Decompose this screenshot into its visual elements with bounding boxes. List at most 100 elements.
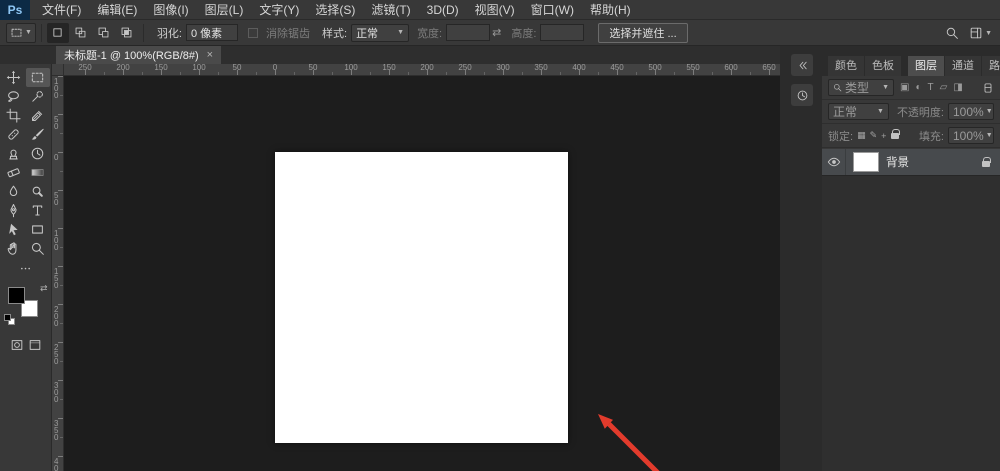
add-selection-button[interactable] — [70, 23, 92, 43]
pixel-layer-filter-icon[interactable]: ▣ — [900, 82, 909, 93]
menu-item-4[interactable]: 图层(L) — [197, 0, 252, 20]
clone-stamp-tool[interactable] — [2, 144, 26, 163]
toolbar-bottom — [0, 338, 51, 352]
quick-mask-button[interactable] — [10, 338, 24, 352]
foreground-color-swatch[interactable] — [8, 287, 25, 304]
layer-filter-toggle[interactable] — [982, 82, 994, 94]
gradient-tool[interactable] — [26, 163, 50, 182]
horizontal-ruler[interactable]: 2502001501005005010015020025030035040045… — [64, 64, 780, 76]
chevron-down-icon: ▼ — [986, 132, 993, 139]
tab-paths[interactable]: 路径 — [982, 56, 1000, 76]
layers-list: 背景 — [822, 149, 1000, 471]
layer-row[interactable]: 背景 — [822, 149, 1000, 176]
chevron-down-icon: ▼ — [877, 108, 884, 115]
ruler-origin-corner[interactable] — [52, 64, 64, 76]
layer-visibility-toggle[interactable] — [822, 149, 846, 175]
close-icon[interactable]: × — [207, 49, 213, 61]
history-panel-button[interactable] — [791, 84, 813, 106]
spot-healing-brush-tool[interactable] — [2, 125, 26, 144]
document-tab[interactable]: 未标题-1 @ 100%(RGB/8#) × — [56, 46, 221, 64]
lock-position-icon[interactable]: + — [881, 131, 886, 141]
search-icon — [833, 83, 842, 92]
type-tool[interactable] — [26, 201, 50, 220]
menu-item-3[interactable]: 图像(I) — [145, 0, 196, 20]
menubar: Ps 文件(F)编辑(E)图像(I)图层(L)文字(Y)选择(S)滤镜(T)3D… — [0, 0, 1000, 20]
default-colors-icon[interactable] — [4, 314, 16, 326]
move-tool[interactable] — [2, 68, 26, 87]
tab-color[interactable]: 颜色 — [828, 56, 864, 76]
history-brush-tool[interactable] — [26, 144, 50, 163]
menu-item-8[interactable]: 3D(D) — [419, 0, 467, 20]
tool-preset-button[interactable]: ▼ — [6, 23, 36, 43]
feather-input[interactable] — [186, 24, 238, 41]
chevron-down-icon: ▼ — [986, 108, 993, 115]
canvas-workspace[interactable] — [64, 76, 780, 471]
lasso-tool[interactable] — [2, 87, 26, 106]
menubar-items: 文件(F)编辑(E)图像(I)图层(L)文字(Y)选择(S)滤镜(T)3D(D)… — [34, 0, 639, 19]
lock-all-icon[interactable] — [891, 133, 899, 139]
smart-object-filter-icon[interactable]: ◨ — [953, 82, 962, 93]
menu-item-9[interactable]: 视图(V) — [467, 0, 523, 20]
menu-item-10[interactable]: 窗口(W) — [523, 0, 582, 20]
menu-item-5[interactable]: 文字(Y) — [251, 0, 307, 20]
opacity-dropdown[interactable]: 100% ▼ — [948, 103, 994, 120]
layer-thumbnail[interactable] — [853, 152, 879, 172]
layer-filter-dropdown[interactable]: 类型 ▼ — [828, 79, 894, 96]
eraser-tool[interactable] — [2, 163, 26, 182]
vertical-ruler[interactable]: 10050050100150200250300350400 — [52, 76, 64, 471]
tab-swatches[interactable]: 色板 — [865, 56, 901, 76]
brush-tool[interactable] — [26, 125, 50, 144]
collapse-panels-button[interactable] — [791, 54, 813, 76]
quick-selection-tool[interactable] — [26, 87, 50, 106]
edit-toolbar-button[interactable] — [0, 260, 51, 276]
menu-item-1[interactable]: 文件(F) — [34, 0, 89, 20]
menu-item-6[interactable]: 选择(S) — [307, 0, 363, 20]
v-ruler-label: 50 — [54, 192, 60, 206]
photoshop-logo: Ps — [0, 0, 30, 20]
new-selection-button[interactable] — [47, 23, 69, 43]
width-input[interactable] — [446, 24, 490, 41]
panel-dock: 颜色色板图层通道路径 类型 ▼ ▣◐T▱◨ 正常 ▼ 不 — [822, 46, 1000, 471]
style-dropdown[interactable]: 正常 ▼ — [351, 24, 409, 42]
menu-item-2[interactable]: 编辑(E) — [89, 0, 145, 20]
antialias-checkbox[interactable] — [248, 28, 258, 38]
intersect-selection-button[interactable] — [116, 23, 138, 43]
photoshop-window: Ps 文件(F)编辑(E)图像(I)图层(L)文字(Y)选择(S)滤镜(T)3D… — [0, 0, 1000, 471]
lock-paint-icon[interactable]: ✎ — [870, 130, 878, 141]
v-ruler-label: 50 — [54, 116, 60, 130]
menu-item-11[interactable]: 帮助(H) — [582, 0, 639, 20]
shape-tool[interactable] — [26, 220, 50, 239]
type-layer-filter-icon[interactable]: T — [928, 82, 934, 93]
separator — [41, 24, 42, 42]
document-tab-bar: 未标题-1 @ 100%(RGB/8#) × — [0, 46, 780, 64]
pen-tool[interactable] — [2, 201, 26, 220]
workspace-switcher-button[interactable]: ▼ — [969, 26, 992, 40]
subtract-selection-button[interactable] — [93, 23, 115, 43]
blend-mode-dropdown[interactable]: 正常 ▼ — [828, 103, 889, 120]
rectangular-marquee-tool[interactable] — [26, 68, 50, 87]
menu-item-7[interactable]: 滤镜(T) — [363, 0, 418, 20]
path-selection-tool[interactable] — [2, 220, 26, 239]
eyedropper-tool[interactable] — [26, 106, 50, 125]
zoom-tool[interactable] — [26, 239, 50, 258]
fill-dropdown[interactable]: 100% ▼ — [948, 127, 994, 144]
screen-mode-button[interactable] — [28, 338, 42, 352]
shape-layer-filter-icon[interactable]: ▱ — [940, 82, 948, 93]
adjustment-layer-filter-icon[interactable]: ◐ — [915, 82, 921, 93]
crop-tool[interactable] — [2, 106, 26, 125]
lock-transparency-icon[interactable]: ▦ — [857, 130, 866, 141]
lock-label: 锁定: — [828, 128, 853, 144]
select-and-mask-button[interactable]: 选择并遮住 ... — [598, 23, 687, 43]
swap-colors-icon[interactable]: ⇄ — [40, 284, 48, 293]
options-bar: ▼ 羽化: 消除锯齿 样式: 正常 ▼ 宽度: ⇄ 高度: 选择并遮住 ... — [0, 20, 1000, 46]
document-canvas[interactable] — [275, 152, 568, 443]
tab-channels[interactable]: 通道 — [945, 56, 981, 76]
dodge-tool[interactable] — [26, 182, 50, 201]
v-ruler-label: 400 — [54, 458, 60, 471]
swap-dimensions-icon[interactable]: ⇄ — [492, 26, 501, 39]
tab-layers[interactable]: 图层 — [908, 56, 944, 76]
search-icon[interactable] — [945, 26, 959, 40]
hand-tool[interactable] — [2, 239, 26, 258]
height-input[interactable] — [540, 24, 584, 41]
blur-tool[interactable] — [2, 182, 26, 201]
